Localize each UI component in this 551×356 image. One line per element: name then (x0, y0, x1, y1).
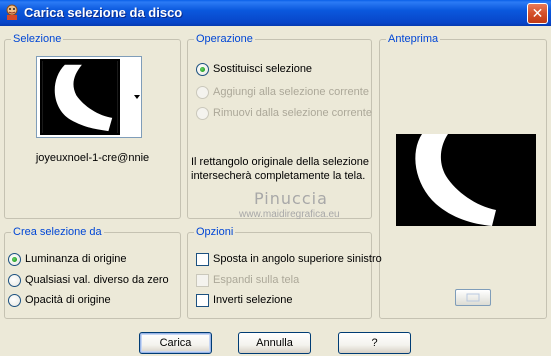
radio-label: Opacità di origine (25, 294, 111, 306)
radio-replace-selection[interactable]: Sostituisci selezione (196, 62, 312, 76)
radio-label: Luminanza di origine (25, 253, 127, 265)
radio-label: Qualsiasi val. diverso da zero (25, 274, 169, 286)
zoom-icon (466, 293, 480, 302)
cancel-button[interactable]: Annulla (238, 332, 311, 354)
radio-indicator (196, 106, 209, 120)
preview-image (396, 134, 536, 226)
selection-thumbnail (40, 59, 120, 135)
radio-indicator (8, 252, 21, 266)
checkbox-move-top-left[interactable]: Sposta in angolo superiore sinistro (196, 252, 382, 266)
preview-legend: Anteprima (386, 33, 441, 46)
radio-label: Rimuovi dalla selezione corrente (213, 107, 372, 119)
checkbox-label: Sposta in angolo superiore sinistro (213, 253, 382, 265)
checkbox-indicator (196, 252, 209, 266)
radio-source-any-nonzero[interactable]: Qualsiasi val. diverso da zero (8, 273, 169, 287)
selection-group: Selezione joyeuxnoel-1-cre@nnie (4, 33, 181, 219)
title-bar: Carica selezione da disco ✕ (0, 0, 551, 26)
selection-file-name: joyeuxnoel-1-cre@nnie (35, 152, 150, 164)
load-button[interactable]: Carica (139, 332, 212, 354)
radio-source-luminance[interactable]: Luminanza di origine (8, 252, 127, 266)
operation-info-line-1: Il rettangolo originale della selezione (191, 156, 369, 168)
checkbox-label: Inverti selezione (213, 294, 293, 306)
radio-indicator (8, 273, 21, 287)
source-legend: Crea selezione da (11, 226, 104, 239)
checkbox-label: Espandi sulla tela (213, 274, 300, 286)
options-group: Opzioni Sposta in angolo superiore sinis… (187, 226, 382, 319)
watermark-url: www.maidiregrafica.eu (239, 209, 340, 220)
selection-thumbnail-dropdown[interactable] (36, 56, 142, 138)
preview-group: Anteprima (379, 33, 547, 319)
window-title: Carica selezione da disco (24, 5, 183, 20)
options-legend: Opzioni (194, 226, 236, 239)
close-button[interactable]: ✕ (527, 3, 548, 24)
chevron-down-icon[interactable] (134, 95, 140, 99)
help-button[interactable]: ? (338, 332, 411, 354)
preview-zoom-button[interactable] (455, 289, 491, 306)
radio-label: Sostituisci selezione (213, 63, 313, 75)
radio-label: Aggiungi alla selezione corrente (213, 86, 369, 98)
operation-legend: Operazione (194, 33, 255, 46)
radio-source-opacity[interactable]: Opacità di origine (8, 293, 111, 307)
radio-add-to-selection: Aggiungi alla selezione corrente (196, 85, 369, 99)
close-icon: ✕ (531, 5, 544, 21)
app-icon (6, 4, 18, 20)
checkbox-expand-canvas: Espandi sulla tela (196, 273, 299, 287)
radio-indicator (8, 293, 21, 307)
radio-indicator (196, 62, 209, 76)
radio-remove-from-selection: Rimuovi dalla selezione corrente (196, 106, 372, 120)
watermark-name: Pinuccia (254, 189, 328, 208)
checkbox-indicator (196, 293, 209, 307)
checkbox-invert-selection[interactable]: Inverti selezione (196, 293, 293, 307)
checkbox-indicator (196, 273, 209, 287)
operation-info-line-2: intersecherà completamente la tela. (191, 170, 366, 182)
selection-legend: Selezione (11, 33, 64, 46)
source-group: Crea selezione da Luminanza di origine Q… (4, 226, 181, 319)
radio-indicator (196, 85, 209, 99)
